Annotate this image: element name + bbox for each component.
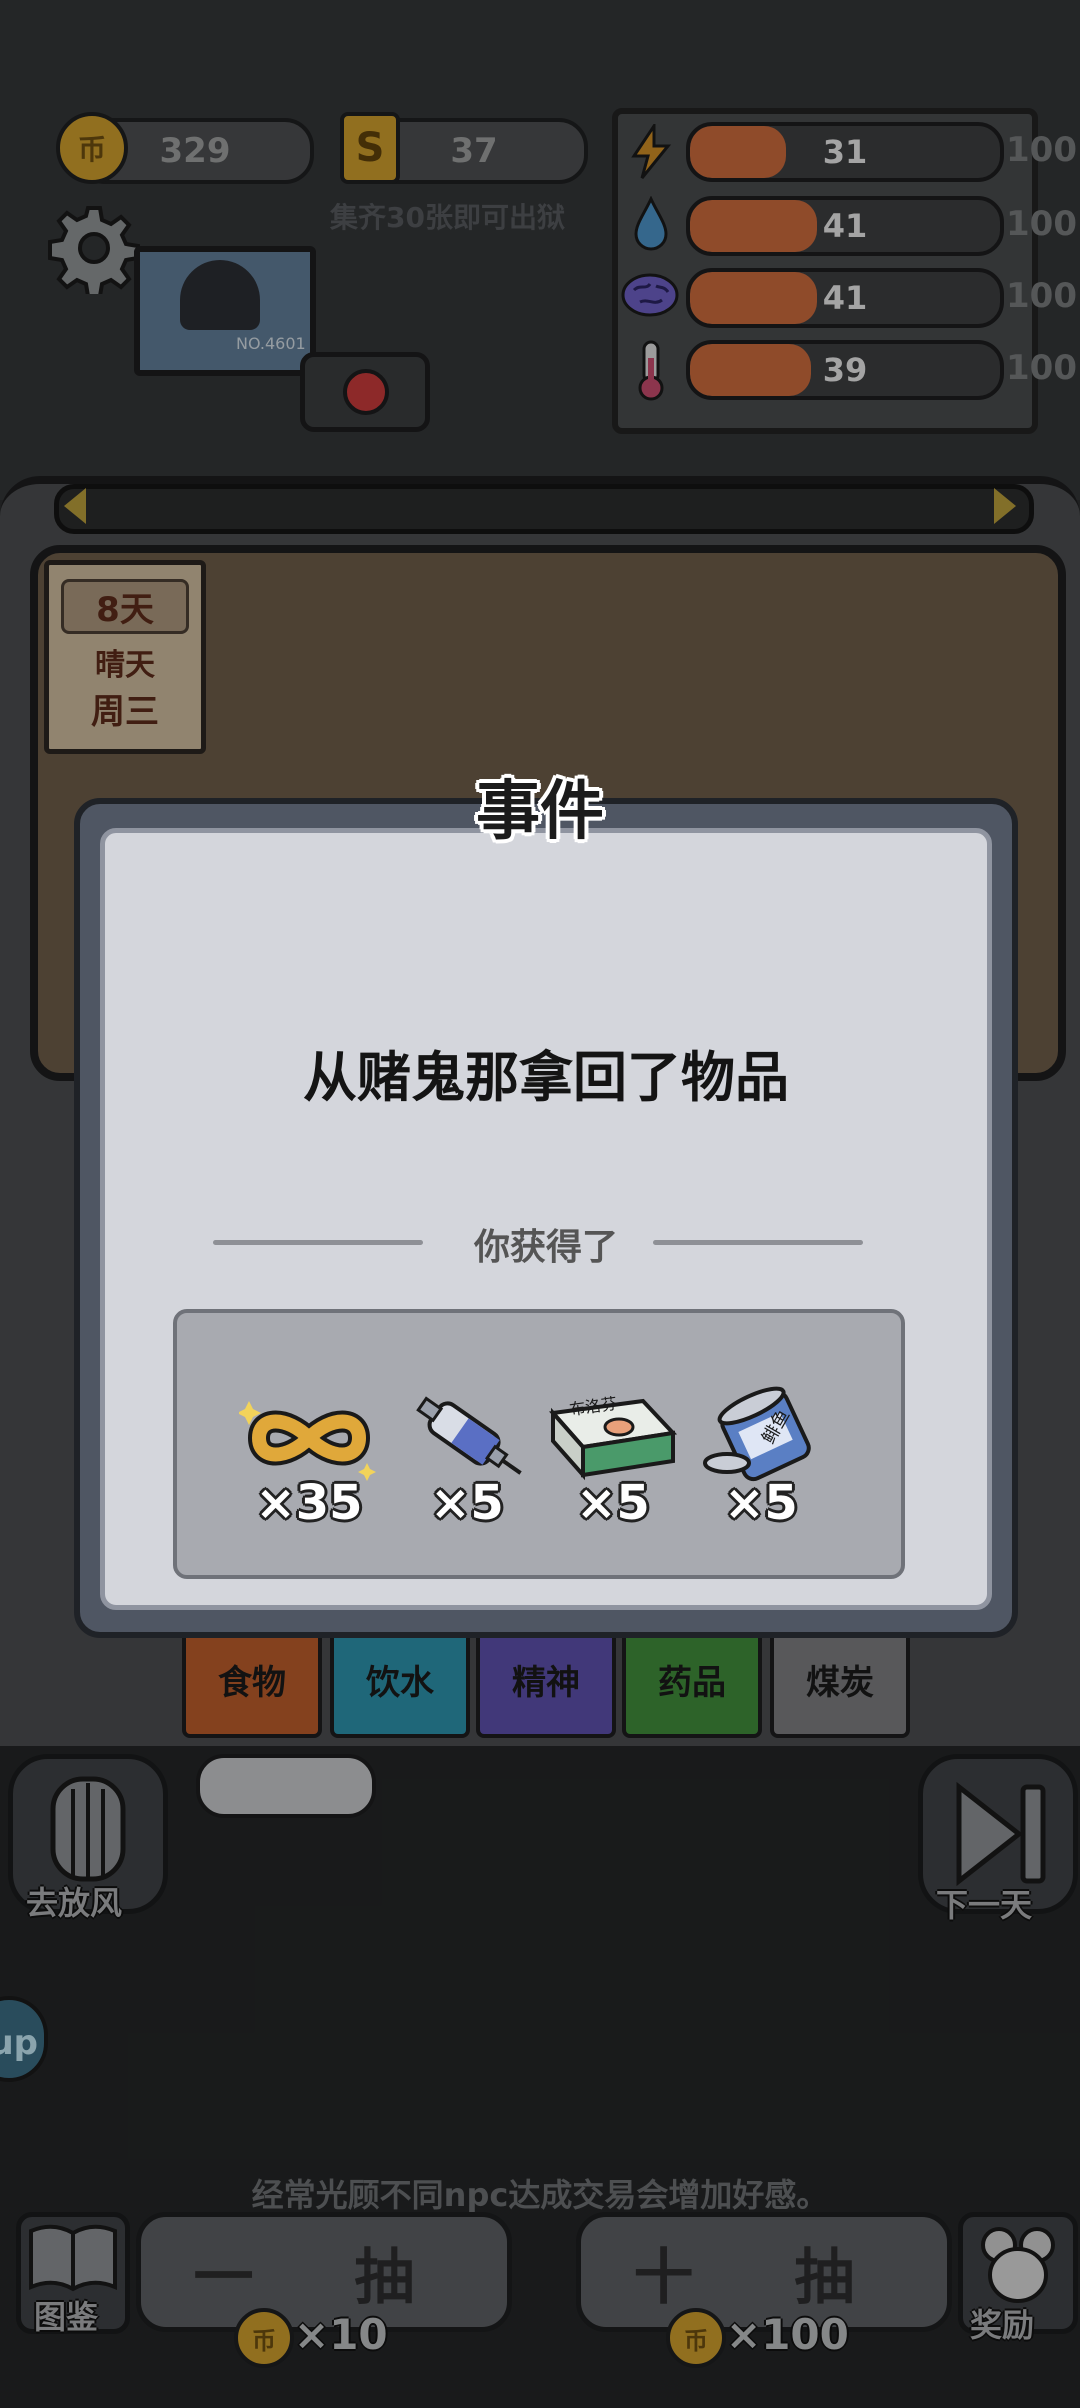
event-message: 从赌鬼那拿回了物品 [303, 1046, 789, 1109]
reward-qty: ×5 [430, 1475, 504, 1531]
reward-item: ×5 [397, 1383, 537, 1531]
reward-item: 鲱鱼 ×5 [691, 1383, 831, 1531]
event-dialog: 从赌鬼那拿回了物品 你获得了 ×35 ×5 布洛芬 ×5 鲱鱼 ×5 [74, 798, 1018, 1638]
event-dialog-body: 从赌鬼那拿回了物品 你获得了 ×35 ×5 布洛芬 ×5 鲱鱼 ×5 [100, 828, 992, 1610]
reward-item: ×35 [237, 1383, 379, 1531]
dialog-title: 事件 [476, 775, 604, 849]
reward-item: 布洛芬 ×5 [543, 1383, 683, 1531]
reward-qty: ×35 [255, 1475, 363, 1531]
reward-qty: ×5 [576, 1475, 650, 1531]
gain-divider-right [653, 1240, 863, 1245]
reward-qty: ×5 [724, 1475, 798, 1531]
reward-box: ×35 ×5 布洛芬 ×5 鲱鱼 ×5 [173, 1309, 905, 1579]
